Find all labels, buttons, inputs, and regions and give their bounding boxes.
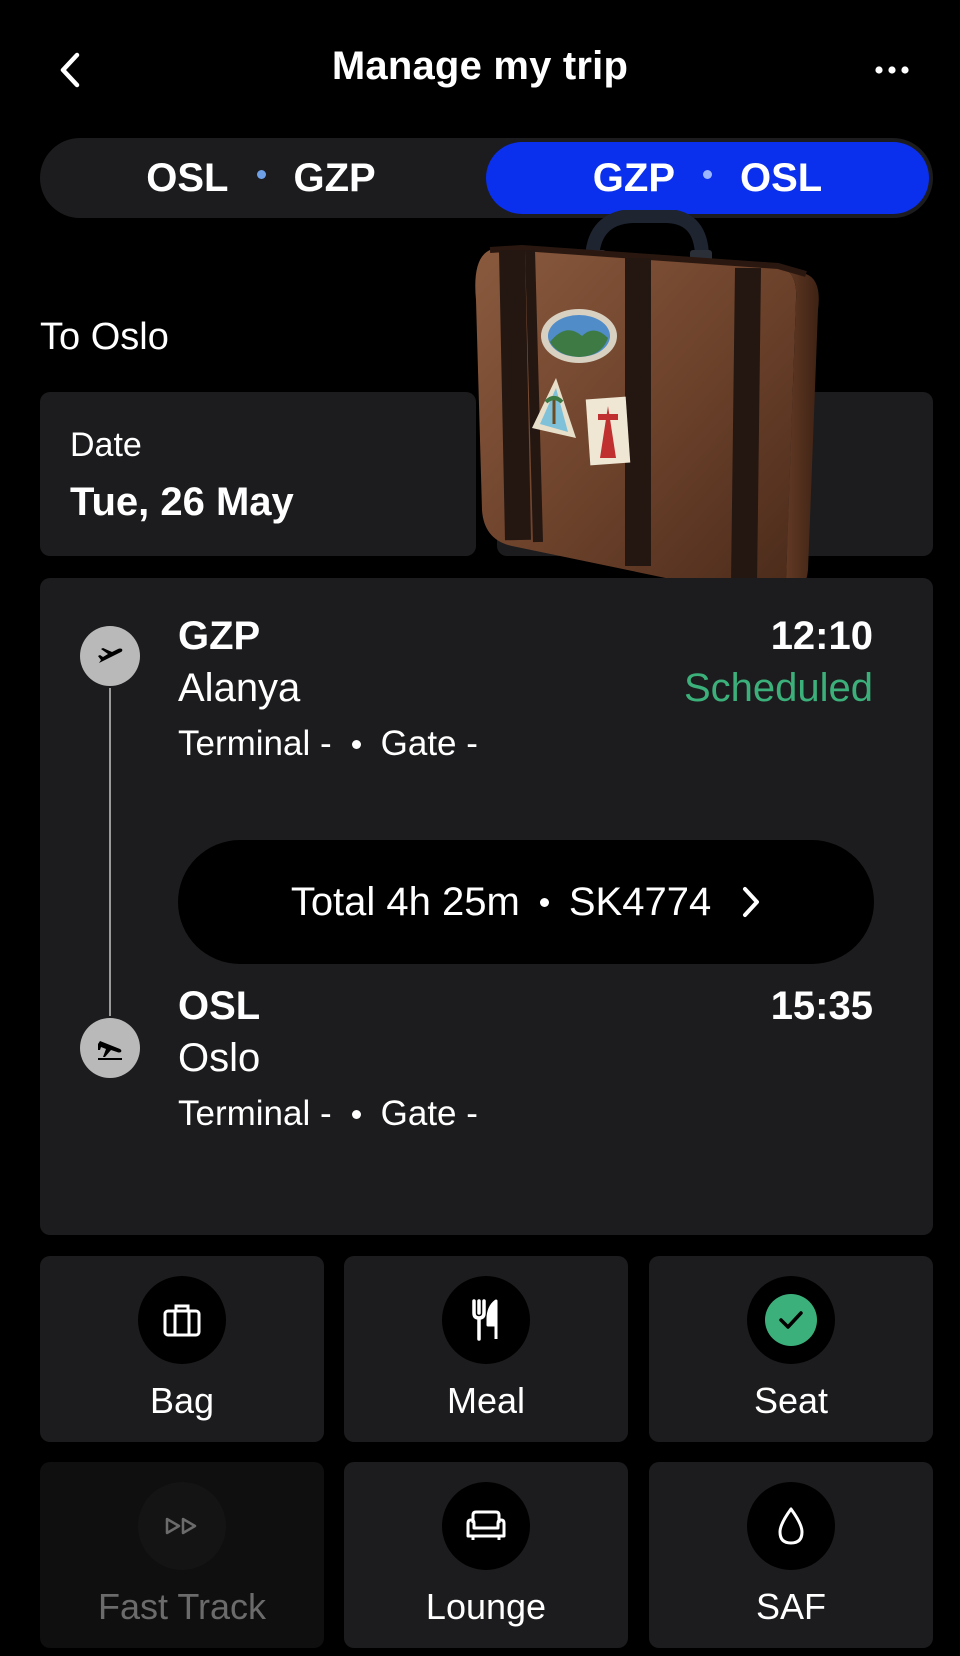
departure-airport-code: GZP — [178, 614, 261, 658]
separator-dot — [539, 897, 549, 907]
service-bag[interactable]: Bag — [40, 1256, 324, 1442]
suitcase-sticker — [475, 210, 819, 599]
header: Manage my trip — [0, 0, 960, 140]
more-icon — [875, 66, 909, 74]
service-saf[interactable]: SAF — [649, 1462, 933, 1648]
service-label: Fast Track — [97, 1586, 267, 1627]
date-card: Date Tue, 26 May — [40, 392, 476, 556]
total-duration: Total 4h 25m — [290, 879, 520, 924]
departure-time: 12:10 — [770, 614, 873, 658]
landing-icon — [98, 1041, 122, 1060]
service-seat[interactable]: Seat — [649, 1256, 933, 1442]
page-title: Manage my trip — [331, 44, 629, 88]
date-value: Tue, 26 May — [70, 480, 294, 524]
service-fast-track[interactable]: Fast Track — [40, 1462, 324, 1648]
sofa-icon — [466, 1510, 506, 1540]
service-meal[interactable]: Meal — [344, 1256, 628, 1442]
icon-circle — [138, 1482, 226, 1570]
date-label: Date — [70, 426, 142, 464]
status-badge: Scheduled — [683, 666, 873, 710]
separator-dot — [703, 169, 712, 179]
segment-tab-gzp-osl[interactable]: GZP OSL — [486, 142, 929, 214]
service-label: SAF — [755, 1586, 826, 1627]
icon-circle — [442, 1482, 530, 1570]
segment-to: GZP — [293, 155, 376, 200]
service-lounge[interactable]: Lounge — [344, 1462, 628, 1648]
icon-circle — [442, 1276, 530, 1364]
gate-text: Gate - — [380, 1094, 478, 1133]
gate-text: Gate - — [380, 724, 478, 763]
fast-forward-icon — [165, 1517, 197, 1535]
flight-summary-button[interactable]: Total 4h 25m SK4774 — [178, 840, 874, 964]
icon-circle — [138, 1276, 226, 1364]
arrival-pin — [80, 1018, 140, 1078]
icon-circle — [747, 1276, 835, 1364]
terminal-text: Terminal - — [178, 724, 332, 763]
service-label: Seat — [753, 1380, 829, 1421]
separator-dot — [351, 1109, 361, 1119]
service-label: Lounge — [425, 1586, 547, 1627]
arrival-time: 15:35 — [770, 984, 873, 1028]
departure-pin — [80, 626, 140, 686]
departure-city: Alanya — [178, 666, 301, 710]
departure-terminal-gate: Terminal - Gate - — [178, 724, 478, 764]
takeoff-icon — [98, 648, 123, 663]
timeline-line — [109, 688, 111, 1016]
separator-dot — [256, 169, 266, 179]
segment-from: GZP — [592, 155, 675, 200]
service-label: Meal — [446, 1380, 526, 1421]
icon-circle — [747, 1482, 835, 1570]
segment-tab-osl-gzp[interactable]: OSL GZP — [44, 142, 478, 214]
check-icon — [765, 1294, 817, 1346]
segment-to: OSL — [740, 155, 823, 200]
arrival-city: Oslo — [178, 1036, 261, 1080]
trip-segment-selector: OSL GZP GZP OSL — [40, 138, 933, 218]
briefcase-icon — [163, 1304, 201, 1337]
flight-details-card: GZP 12:10 Alanya Scheduled Terminal - Ga… — [40, 578, 933, 1235]
service-label: Bag — [149, 1380, 215, 1421]
more-options-button[interactable] — [872, 54, 912, 86]
terminal-text: Terminal - — [178, 1094, 332, 1133]
chevron-right-icon — [741, 886, 761, 918]
cutlery-icon — [472, 1299, 498, 1341]
drop-icon — [778, 1507, 804, 1545]
separator-dot — [351, 739, 361, 749]
arrival-terminal-gate: Terminal - Gate - — [178, 1094, 478, 1134]
flight-number: SK4774 — [568, 879, 712, 924]
arrival-airport-code: OSL — [178, 984, 261, 1028]
segment-from: OSL — [146, 155, 229, 200]
destination-heading: To Oslo — [40, 316, 169, 358]
